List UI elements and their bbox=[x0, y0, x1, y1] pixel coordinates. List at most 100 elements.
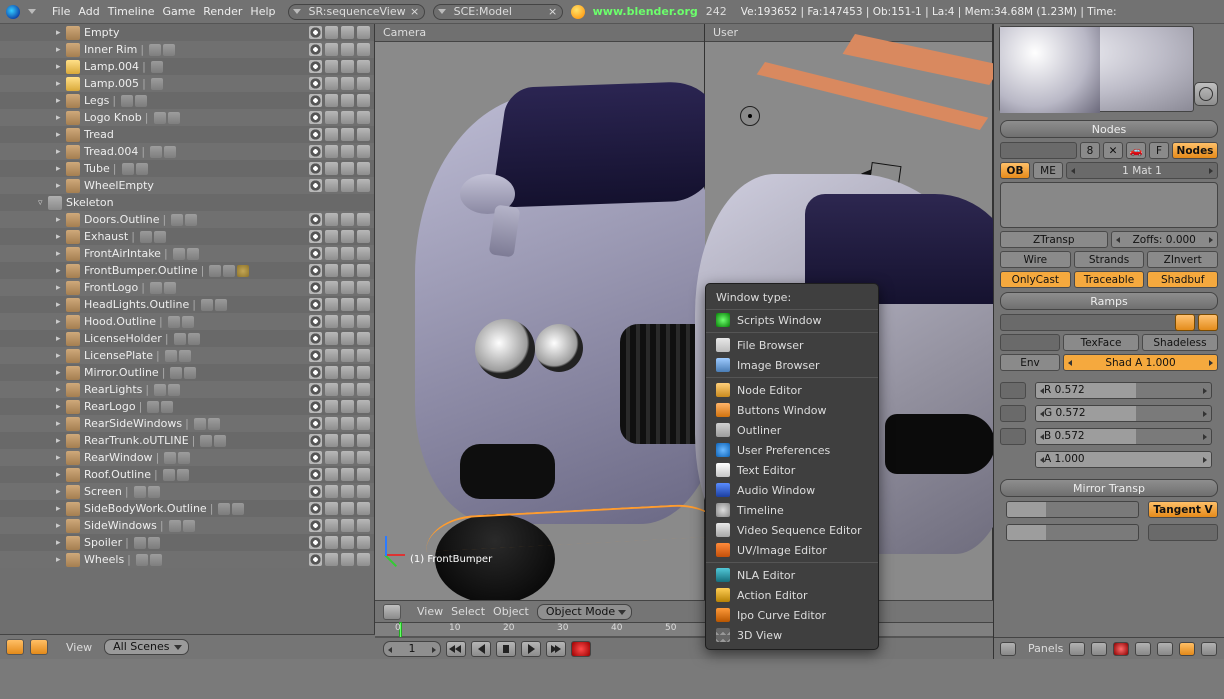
window-type-item[interactable]: Video Sequence Editor bbox=[706, 520, 878, 540]
user-count[interactable]: 8 bbox=[1080, 142, 1100, 159]
sel-toggle-icon[interactable] bbox=[341, 145, 354, 158]
ren-toggle-icon[interactable] bbox=[357, 468, 370, 481]
eye-toggle-icon[interactable] bbox=[309, 383, 322, 396]
env-button[interactable]: Env bbox=[1000, 354, 1060, 371]
sel-toggle-icon[interactable] bbox=[341, 485, 354, 498]
window-type-item[interactable]: Timeline bbox=[706, 500, 878, 520]
cur-toggle-icon[interactable] bbox=[325, 332, 338, 345]
traceable-button[interactable]: Traceable bbox=[1074, 271, 1145, 288]
ren-toggle-icon[interactable] bbox=[357, 128, 370, 141]
window-type-item[interactable]: UV/Image Editor bbox=[706, 540, 878, 560]
sel-toggle-icon[interactable] bbox=[341, 179, 354, 192]
outliner-row[interactable]: ▸Spoiler| bbox=[0, 534, 374, 551]
ren-toggle-icon[interactable] bbox=[357, 434, 370, 447]
expand-icon[interactable]: ▸ bbox=[56, 385, 66, 395]
scene-selector[interactable]: SCE:Model × bbox=[433, 4, 563, 20]
current-frame[interactable]: 1 bbox=[383, 641, 441, 657]
window-type-item[interactable]: Outliner bbox=[706, 420, 878, 440]
cur-toggle-icon[interactable] bbox=[325, 519, 338, 532]
object-menu[interactable]: Object bbox=[493, 605, 529, 618]
expand-icon[interactable]: ▸ bbox=[56, 351, 66, 361]
timeline-ruler[interactable]: 0 10 20 30 40 50 60 bbox=[375, 623, 993, 637]
sel-toggle-icon[interactable] bbox=[341, 281, 354, 294]
preview-type-button[interactable] bbox=[1194, 82, 1218, 106]
eye-toggle-icon[interactable] bbox=[309, 281, 322, 294]
outliner-row[interactable]: ▸Screen| bbox=[0, 483, 374, 500]
ren-toggle-icon[interactable] bbox=[357, 26, 370, 39]
window-type-item[interactable]: Text Editor bbox=[706, 460, 878, 480]
cur-toggle-icon[interactable] bbox=[325, 383, 338, 396]
ob-link-button[interactable]: OB bbox=[1000, 162, 1030, 179]
material-name-field[interactable] bbox=[1000, 142, 1077, 159]
ren-toggle-icon[interactable] bbox=[357, 145, 370, 158]
menu-timeline[interactable]: Timeline bbox=[104, 3, 159, 20]
cur-toggle-icon[interactable] bbox=[325, 128, 338, 141]
outliner-filter[interactable]: All Scenes bbox=[104, 639, 188, 655]
cur-toggle-icon[interactable] bbox=[325, 264, 338, 277]
cur-toggle-icon[interactable] bbox=[325, 26, 338, 39]
context-icon[interactable] bbox=[1157, 642, 1173, 656]
expand-icon[interactable]: ▸ bbox=[56, 96, 66, 106]
expand-icon[interactable]: ▸ bbox=[56, 487, 66, 497]
collapse-icon[interactable] bbox=[28, 9, 36, 14]
eye-toggle-icon[interactable] bbox=[309, 247, 322, 260]
expand-icon[interactable]: ▸ bbox=[56, 249, 66, 259]
eye-toggle-icon[interactable] bbox=[309, 468, 322, 481]
outliner-row[interactable]: ▸RearSideWindows| bbox=[0, 415, 374, 432]
eye-toggle-icon[interactable] bbox=[309, 434, 322, 447]
outliner-row[interactable]: ▸Lamp.004| bbox=[0, 58, 374, 75]
ztransp-button[interactable]: ZTransp bbox=[1000, 231, 1108, 248]
eye-toggle-icon[interactable] bbox=[309, 502, 322, 515]
jump-end-button[interactable] bbox=[546, 641, 566, 657]
eye-toggle-icon[interactable] bbox=[309, 26, 322, 39]
copy-button[interactable] bbox=[1175, 314, 1195, 331]
expand-icon[interactable]: ▸ bbox=[56, 436, 66, 446]
window-type-item[interactable]: Ipo Curve Editor bbox=[706, 605, 878, 625]
select-menu[interactable]: Select bbox=[451, 605, 485, 618]
eye-toggle-icon[interactable] bbox=[309, 162, 322, 175]
sel-toggle-icon[interactable] bbox=[341, 264, 354, 277]
play-button[interactable] bbox=[496, 641, 516, 657]
cur-toggle-icon[interactable] bbox=[325, 162, 338, 175]
eye-toggle-icon[interactable] bbox=[309, 400, 322, 413]
window-type-item[interactable]: Action Editor bbox=[706, 585, 878, 605]
sel-toggle-icon[interactable] bbox=[341, 247, 354, 260]
sel-toggle-icon[interactable] bbox=[341, 417, 354, 430]
a-slider[interactable]: A 1.000 bbox=[1044, 453, 1085, 465]
window-type-item[interactable]: 3D View bbox=[706, 625, 878, 645]
sel-toggle-icon[interactable] bbox=[341, 451, 354, 464]
expand-icon[interactable]: ▸ bbox=[56, 45, 66, 55]
cur-toggle-icon[interactable] bbox=[325, 179, 338, 192]
expand-icon[interactable]: ▿ bbox=[38, 198, 48, 208]
ren-toggle-icon[interactable] bbox=[357, 281, 370, 294]
expand-icon[interactable]: ▸ bbox=[56, 555, 66, 565]
window-type-item[interactable]: File Browser bbox=[706, 335, 878, 355]
window-type-item[interactable]: User Preferences bbox=[706, 440, 878, 460]
zinvert-button[interactable]: ZInvert bbox=[1147, 251, 1218, 268]
ren-toggle-icon[interactable] bbox=[357, 77, 370, 90]
context-icon[interactable] bbox=[1201, 642, 1217, 656]
outliner-row[interactable]: ▿Skeleton bbox=[0, 194, 374, 211]
eye-toggle-icon[interactable] bbox=[309, 366, 322, 379]
sel-toggle-icon[interactable] bbox=[341, 519, 354, 532]
expand-icon[interactable]: ▸ bbox=[56, 181, 66, 191]
cur-toggle-icon[interactable] bbox=[325, 349, 338, 362]
sel-toggle-icon[interactable] bbox=[341, 315, 354, 328]
ren-toggle-icon[interactable] bbox=[357, 519, 370, 532]
outliner-row[interactable]: ▸Tread.004| bbox=[0, 143, 374, 160]
ren-toggle-icon[interactable] bbox=[357, 179, 370, 192]
sel-toggle-icon[interactable] bbox=[341, 366, 354, 379]
outliner-row[interactable]: ▸LicenseHolder| bbox=[0, 330, 374, 347]
shadbuf-button[interactable]: Shadbuf bbox=[1147, 271, 1218, 288]
cur-toggle-icon[interactable] bbox=[325, 315, 338, 328]
ren-toggle-icon[interactable] bbox=[357, 553, 370, 566]
expand-icon[interactable]: ▸ bbox=[56, 266, 66, 276]
panels-menu[interactable]: Panels bbox=[1028, 642, 1063, 655]
ren-toggle-icon[interactable] bbox=[357, 264, 370, 277]
cur-toggle-icon[interactable] bbox=[325, 468, 338, 481]
sel-toggle-icon[interactable] bbox=[341, 468, 354, 481]
outliner-row[interactable]: ▸HeadLights.Outline| bbox=[0, 296, 374, 313]
record-button[interactable] bbox=[571, 641, 591, 657]
ren-toggle-icon[interactable] bbox=[357, 451, 370, 464]
sel-toggle-icon[interactable] bbox=[341, 213, 354, 226]
